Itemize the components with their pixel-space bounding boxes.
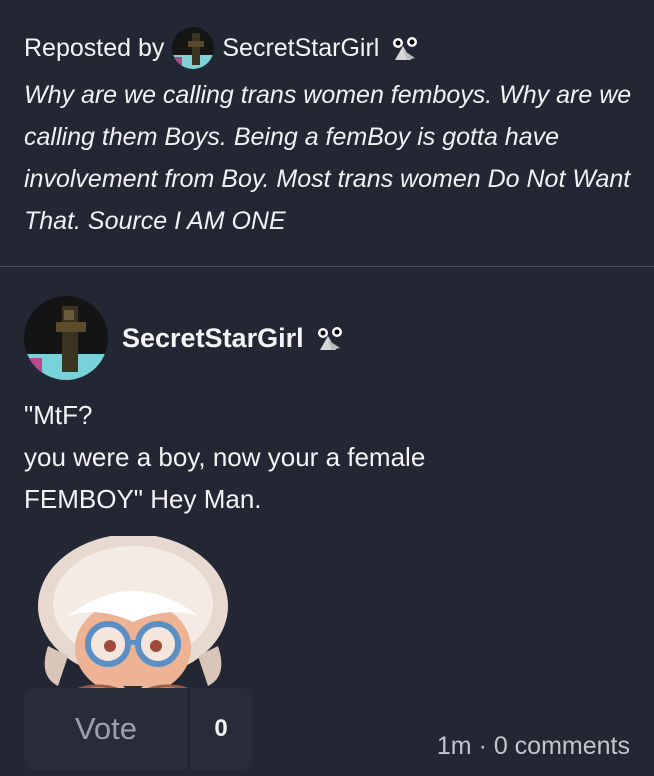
- vote-button[interactable]: Vote: [24, 688, 190, 770]
- post-body: "MtF? you were a boy, now your a female …: [24, 394, 624, 520]
- vote-control: Vote 0: [24, 688, 252, 770]
- post-header: SecretStarGirl: [24, 296, 348, 380]
- cartoon-character-sticker: [28, 534, 238, 708]
- post-meta[interactable]: 1m · 0 comments: [437, 732, 630, 761]
- repost-avatar[interactable]: [172, 27, 215, 69]
- post-line: FEMBOY" Hey Man.: [24, 484, 262, 514]
- repost-quote: Why are we calling trans women femboys. …: [24, 81, 632, 235]
- post-line: you were a boy, now your a female: [24, 442, 426, 472]
- post-screen: Reposted by SecretStarGirl Why are we ca…: [0, 0, 654, 776]
- repost-header: Reposted by SecretStarGirl: [24, 27, 634, 69]
- post-avatar[interactable]: [24, 296, 108, 380]
- repost-section: Reposted by SecretStarGirl Why are we ca…: [24, 27, 634, 242]
- repost-username[interactable]: SecretStarGirl: [222, 34, 379, 63]
- repost-label: Reposted by: [24, 33, 165, 62]
- flower-badge-icon: [314, 324, 348, 352]
- vote-count: 0: [214, 715, 228, 742]
- section-divider: [0, 266, 654, 267]
- flower-badge-icon: [389, 34, 423, 62]
- post-line: "MtF?: [24, 400, 93, 430]
- post-username[interactable]: SecretStarGirl: [122, 323, 304, 354]
